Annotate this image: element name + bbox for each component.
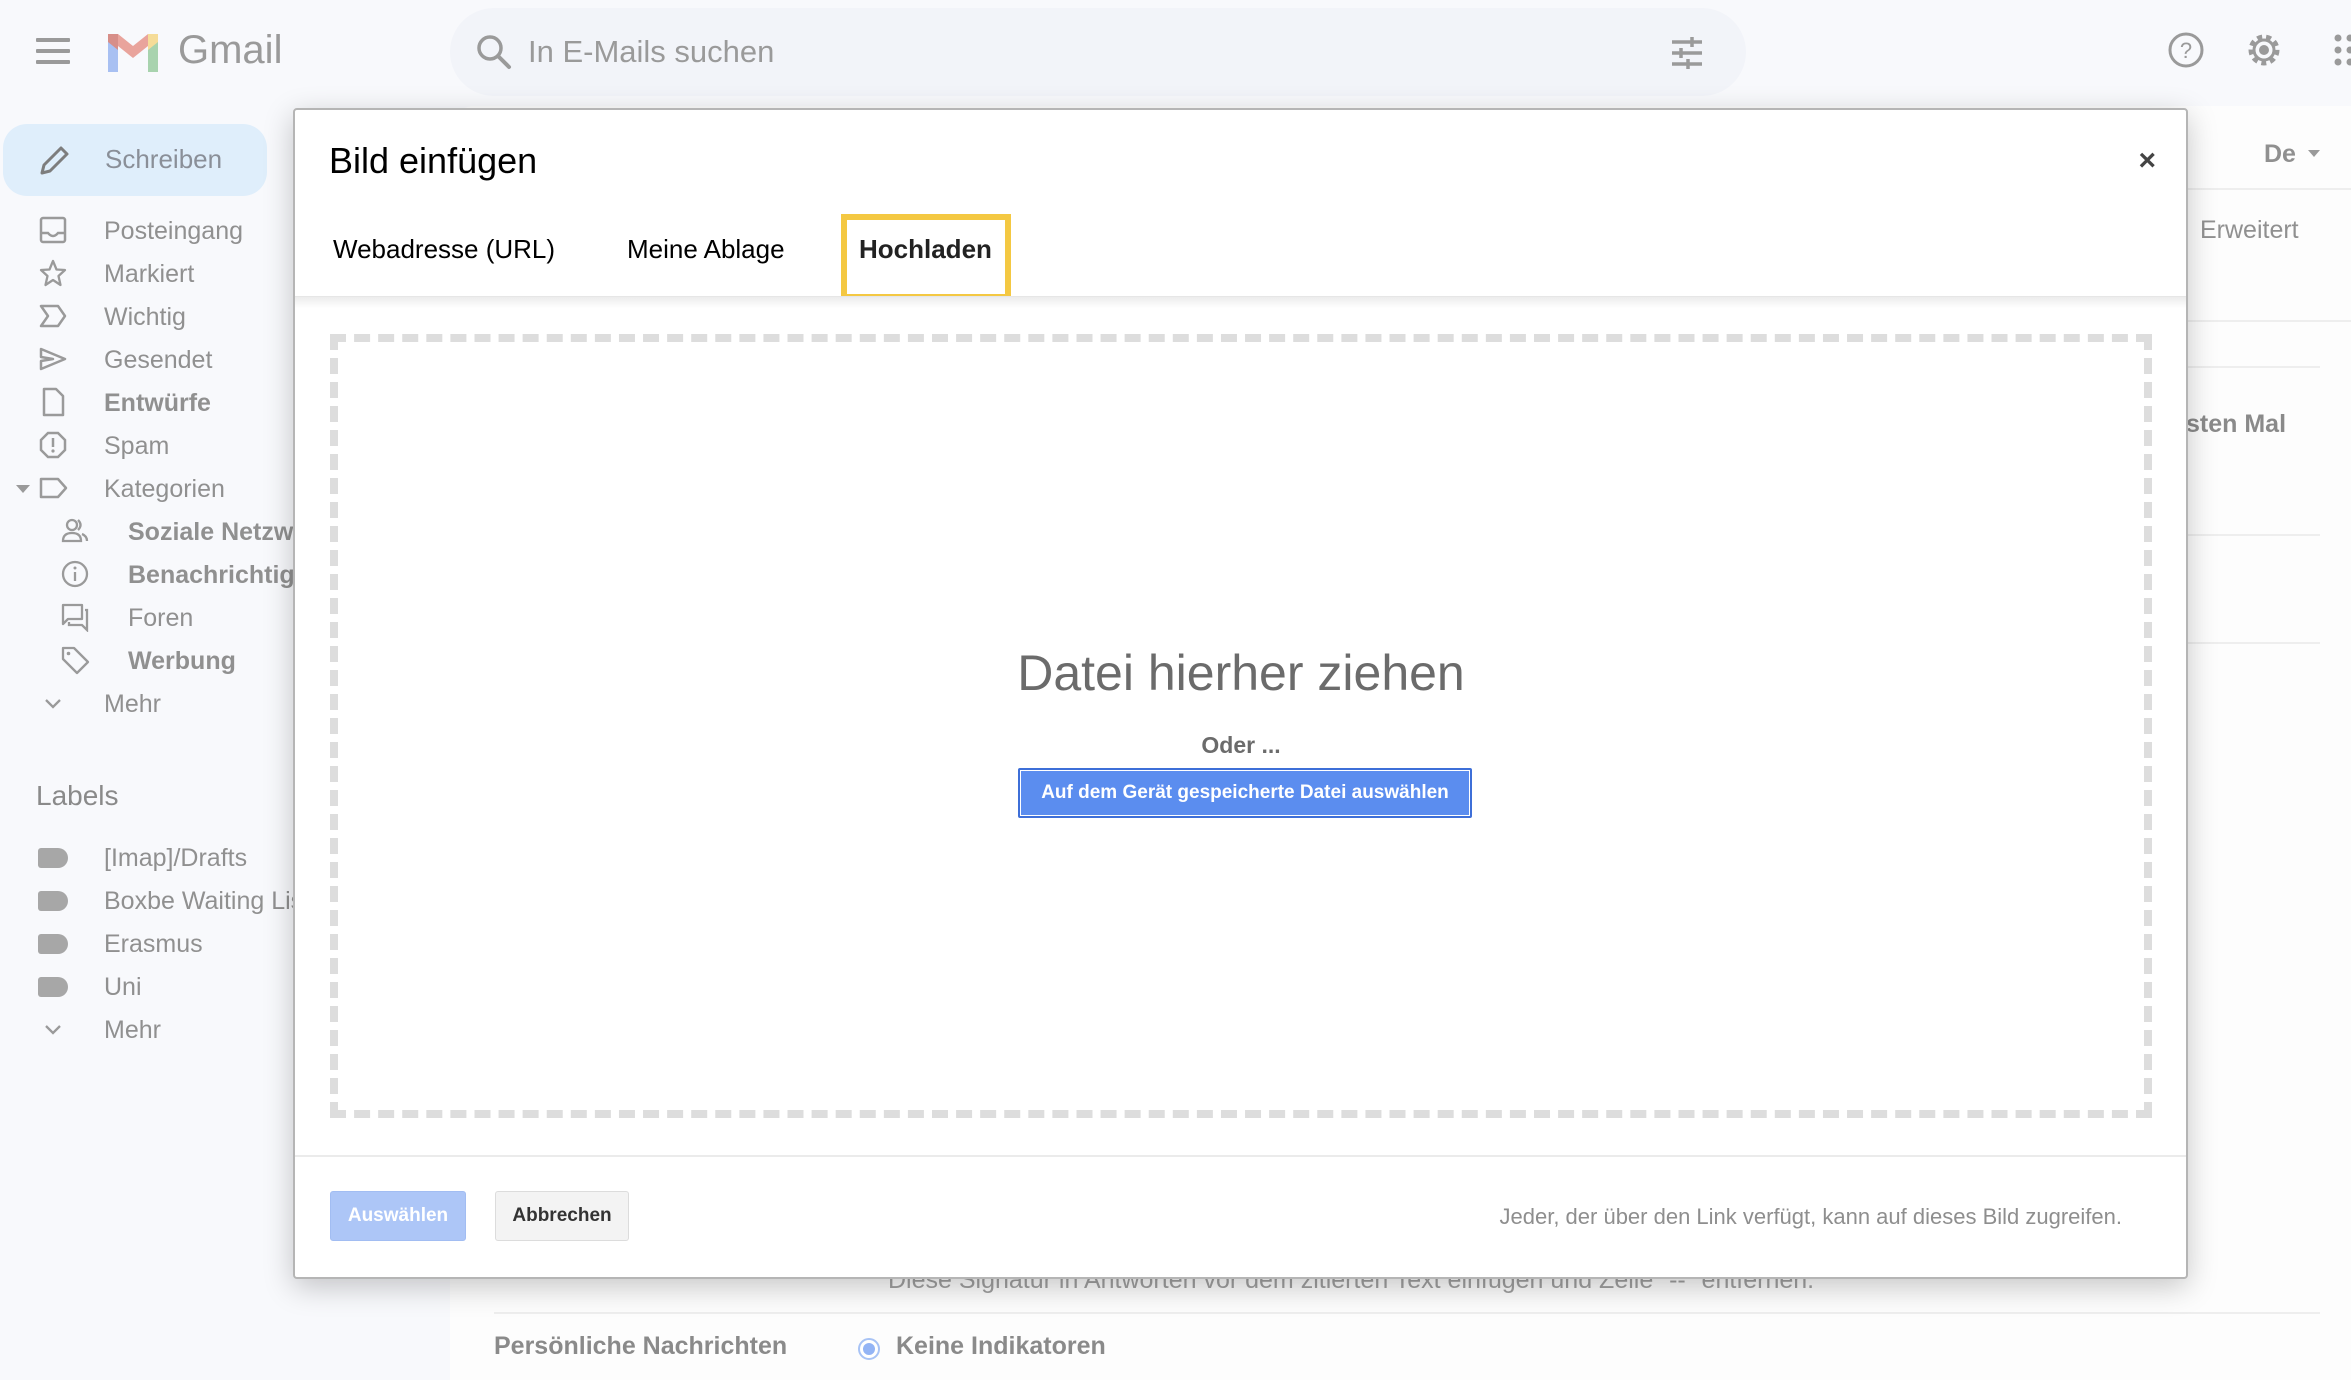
dialog-title: Bild einfügen — [329, 140, 538, 181]
inbox-icon — [39, 216, 67, 244]
sidebar-item-label: Entwürfe — [104, 389, 211, 417]
sidebar-item-inbox[interactable]: Posteingang — [0, 211, 292, 251]
label-item[interactable]: [Imap]/Drafts — [0, 838, 292, 878]
divider — [494, 1312, 2320, 1314]
sidebar-item-label: Soziale Netzwerke — [128, 518, 293, 546]
sidebar: Schreiben Posteingang Markiert Wichtig G… — [0, 0, 293, 1380]
insert-image-dialog: Bild einfügen × Webadresse (URL) Meine A… — [293, 108, 2188, 1279]
settings-icon[interactable] — [2244, 30, 2284, 70]
tab-url[interactable]: Webadresse (URL) — [333, 234, 555, 265]
label-name: Erasmus — [104, 930, 203, 958]
sharing-note: Jeder, der über den Link verfügt, kann a… — [1499, 1204, 2123, 1229]
sidebar-item-label: Wichtig — [104, 303, 186, 331]
spam-icon — [39, 431, 67, 459]
tag-icon — [61, 646, 90, 675]
sidebar-item-label: Posteingang — [104, 217, 244, 245]
choose-file-button[interactable]: Auf dem Gerät gespeicherte Datei auswähl… — [1018, 768, 1472, 818]
footer-divider — [295, 1155, 2186, 1157]
label-icon — [39, 477, 68, 499]
chevron-down-icon — [45, 699, 61, 709]
label-name: Boxbe Waiting List — [104, 887, 293, 915]
svg-text:?: ? — [2180, 38, 2192, 63]
sidebar-item-label: Mehr — [104, 1016, 161, 1044]
sidebar-category-forums[interactable]: Foren — [0, 598, 292, 638]
radio-no-indicators[interactable] — [858, 1338, 880, 1360]
sidebar-item-label: Werbung — [128, 647, 236, 675]
cancel-button[interactable]: Abbrechen — [495, 1191, 629, 1241]
pencil-icon — [40, 146, 69, 175]
sidebar-item-important[interactable]: Wichtig — [0, 297, 292, 337]
search-options-icon[interactable] — [1670, 36, 1704, 70]
partial-setting-text: sten Mal — [2186, 410, 2287, 438]
sidebar-item-drafts[interactable]: Entwürfe — [0, 383, 292, 423]
personal-messages-label: Persönliche Nachrichten — [494, 1332, 788, 1360]
labels-more[interactable]: Mehr — [0, 1010, 292, 1050]
compose-label: Schreiben — [105, 144, 223, 174]
sidebar-item-spam[interactable]: Spam — [0, 426, 292, 466]
label-tag-icon — [38, 977, 68, 997]
label-name: [Imap]/Drafts — [104, 844, 248, 872]
sidebar-item-sent[interactable]: Gesendet — [0, 340, 292, 380]
sidebar-item-label: Gesendet — [104, 346, 213, 374]
sidebar-item-label: Spam — [104, 432, 170, 460]
chevron-down-icon — [45, 1025, 61, 1035]
language-selector[interactable]: De — [2264, 140, 2296, 169]
sidebar-item-label: Foren — [128, 604, 194, 632]
draft-icon — [42, 387, 65, 417]
personal-messages-value: Keine Indikatoren — [896, 1332, 1106, 1360]
dropzone-title: Datei hierher ziehen — [1017, 645, 1465, 701]
help-icon[interactable]: ? — [2166, 30, 2206, 70]
forum-icon — [61, 603, 89, 632]
top-bar: Gmail In E-Mails suchen ? — [0, 0, 2351, 104]
label-tag-icon — [38, 848, 68, 868]
sidebar-category-updates[interactable]: Benachrichtigungen — [0, 555, 293, 595]
compose-button[interactable]: Schreiben — [3, 124, 267, 196]
sidebar-more[interactable]: Mehr — [0, 684, 292, 724]
sidebar-item-label: Benachrichtigungen — [128, 561, 293, 589]
search-input[interactable]: In E-Mails suchen — [528, 34, 774, 70]
sidebar-item-label: Mehr — [104, 690, 161, 718]
label-tag-icon — [38, 891, 68, 911]
apps-grid-icon[interactable] — [2324, 30, 2351, 70]
send-icon — [39, 347, 67, 371]
select-button[interactable]: Auswählen — [330, 1191, 466, 1241]
file-dropzone[interactable]: Datei hierher ziehen Oder ... Auf dem Ge… — [330, 334, 2152, 1118]
collapse-caret-icon[interactable] — [16, 485, 30, 493]
label-item[interactable]: Erasmus — [0, 924, 292, 964]
label-item[interactable]: Uni — [0, 967, 292, 1007]
sidebar-item-label: Kategorien — [104, 475, 225, 503]
sidebar-item-starred[interactable]: Markiert — [0, 254, 292, 294]
label-item[interactable]: Boxbe Waiting List — [0, 881, 293, 921]
sidebar-item-categories[interactable]: Kategorien — [0, 469, 292, 509]
labels-heading: Labels — [36, 780, 119, 811]
label-tag-icon — [38, 934, 68, 954]
important-icon — [39, 304, 67, 328]
language-dropdown-icon[interactable] — [2308, 150, 2320, 157]
search-bar[interactable]: In E-Mails suchen — [450, 8, 1746, 96]
star-icon — [39, 259, 67, 287]
sidebar-item-label: Markiert — [104, 260, 195, 288]
sidebar-category-social[interactable]: Soziale Netzwerke — [0, 512, 293, 552]
label-name: Uni — [104, 973, 142, 1001]
search-icon[interactable] — [474, 32, 514, 72]
sidebar-category-promotions[interactable]: Werbung — [0, 641, 292, 681]
close-button[interactable]: × — [2138, 144, 2156, 178]
tab-upload[interactable]: Hochladen — [859, 234, 992, 265]
people-icon — [61, 518, 89, 543]
header-divider — [295, 296, 2186, 308]
info-icon — [61, 560, 89, 588]
tab-my-drive[interactable]: Meine Ablage — [627, 234, 785, 265]
tab-advanced[interactable]: Erweitert — [2200, 216, 2299, 245]
dropzone-or-text: Oder ... — [1201, 732, 1281, 758]
